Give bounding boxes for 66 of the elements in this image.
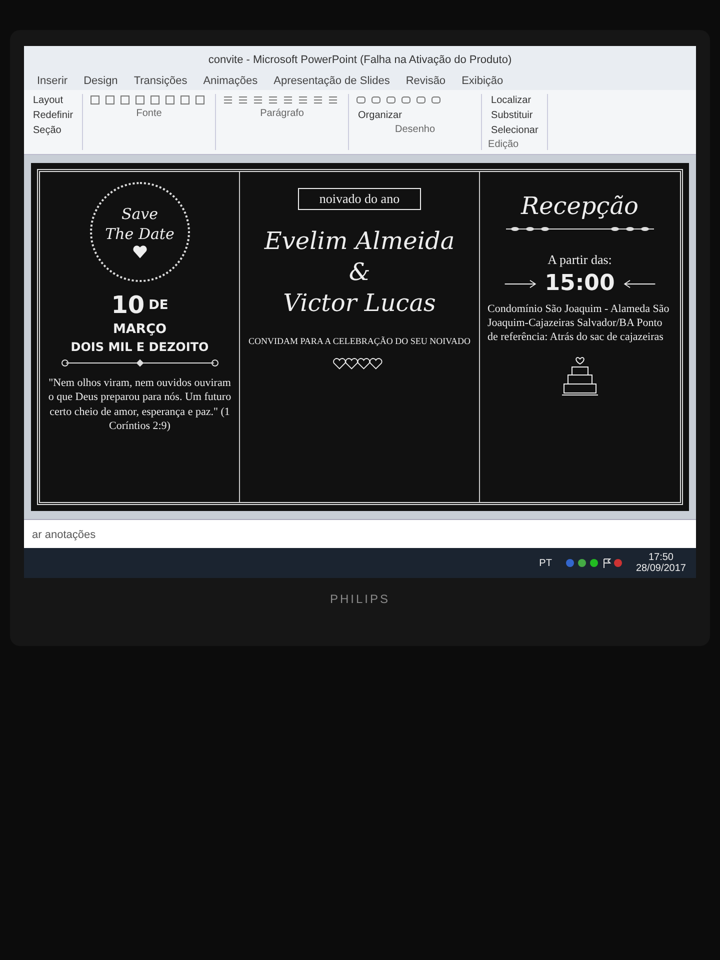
format-icon[interactable] [134,94,146,106]
notes-placeholder: ar anotações [32,529,96,541]
paragraph-icon[interactable] [237,94,250,106]
notes-pane[interactable]: ar anotações [24,519,696,548]
ribbon-command[interactable]: Redefinir [30,109,76,122]
shape-icon[interactable] [415,94,428,106]
address-text: Condomínio São Joaquim - Alameda São Joaquim-Cajazeiras Salvador/BA Ponto de referência: Atrás do sac de cajazeiras [488,303,670,344]
ribbon-tab[interactable]: Inserir [30,72,75,90]
ribbon-tab[interactable]: Apresentação de Slides [266,72,397,90]
clock-date[interactable]: 28/09/2017 [636,563,686,574]
paragraph-icon[interactable] [297,94,310,106]
ampersand: & [348,258,370,286]
group-label: Edição [488,139,519,150]
format-icon[interactable] [179,94,192,106]
tray-icons[interactable] [564,557,624,569]
ribbon-banner: noivado do ano [298,188,421,210]
date-preposition: DE [148,298,168,312]
year-text: DOIS MIL E DEZOITO [70,340,209,354]
group-label: Desenho [395,124,436,135]
start-label: A partir das: [548,252,612,268]
shape-icon[interactable] [400,94,412,106]
format-icon[interactable] [164,94,176,106]
verse-text: "Nem olhos viram, nem ouvidos ouviram o que Deus preparou para nós. Um futuro certo cheio de amor, esperança e paz." (1 Coríntios 2:9) [48,376,232,434]
ribbon-tab[interactable]: Transições [126,72,194,90]
ribbon-command[interactable]: Layout [30,94,66,107]
start-time: 15:00 [544,271,615,296]
groom-name: Victor Lucas [283,289,436,317]
arrow-icon [502,278,539,288]
clock-time[interactable]: 17:50 [648,552,674,563]
shape-icon[interactable] [430,94,442,106]
format-icon[interactable] [104,94,116,106]
format-icon[interactable] [89,94,102,106]
paragraph-icon[interactable] [252,94,264,106]
shape-icon[interactable] [370,94,382,106]
heart-icon [132,245,148,259]
group-label: Fonte [136,108,162,119]
ribbon-tab[interactable]: Revisão [398,72,453,90]
shape-icon[interactable] [355,94,368,106]
format-icon[interactable] [119,94,132,106]
language-indicator[interactable]: PT [539,558,552,568]
paragraph-icon[interactable] [327,94,340,106]
day-number: 10 [111,291,145,319]
paragraph-icon[interactable] [282,94,294,106]
paragraph-icon[interactable] [222,94,234,106]
reception-title: Recepção [521,192,638,220]
ribbon-command[interactable]: Seção [30,124,64,137]
ribbon-command[interactable]: Localizar [488,94,534,107]
window-title: convite - Microsoft PowerPoint (Falha na Ativação do Produto) [208,54,512,66]
bride-name: Evelim Almeida [264,227,455,255]
date-text: The Date [105,225,174,243]
paragraph-icon[interactable] [267,94,280,106]
ribbon-tab[interactable]: Exibição [454,72,510,90]
ribbon-tab[interactable]: Animações [196,72,265,90]
month-text: MARÇO [112,322,167,337]
paragraph-icon[interactable] [312,94,324,106]
format-icon[interactable] [149,94,162,106]
ribbon-command[interactable]: Selecionar [488,124,542,137]
shape-icon[interactable] [385,94,398,106]
format-icon[interactable] [194,94,206,106]
ribbon-tab[interactable]: Design [76,72,125,90]
invite-text: CONVIDAM PARA A CELEBRAÇÃO DO SEU NOIVADO [248,336,471,346]
ribbon-command[interactable]: Substituir [488,109,536,122]
save-text: Save [121,205,158,223]
monitor-logo: PHILIPS [330,592,390,606]
arrange-button[interactable]: Organizar [355,109,405,122]
group-label: Parágrafo [260,108,304,119]
